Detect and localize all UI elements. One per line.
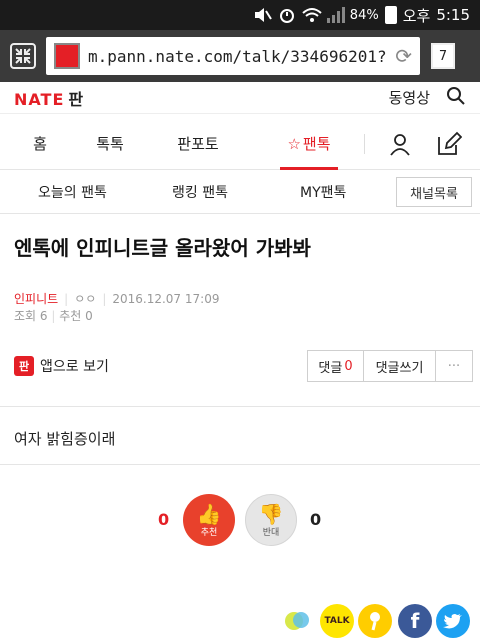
tabs-icon: 7 [431,43,455,69]
recommend-count: 0 [158,510,170,529]
oppose-label: 반대 [262,527,280,538]
subnav-today[interactable]: 오늘의 팬톡 [38,182,107,202]
section-divider [0,464,480,465]
write-comment-button[interactable]: 댓글쓰기 [364,351,436,381]
post-title: 엔톡에 인피니트글 올라왔어 가봐봐 [14,236,311,260]
alarm-icon [278,7,296,23]
fullscreen-icon [10,43,36,69]
open-in-app-label: 앱으로 보기 [40,359,109,375]
logo-text: NATE [14,89,65,109]
share-twitter-icon[interactable] [436,604,470,638]
share-facebook-icon[interactable]: f [398,604,432,638]
facebook-label: f [410,609,420,633]
thumbs-up-icon: 👍 [196,501,222,526]
star-icon: ☆ [287,134,301,153]
pann-app-icon: 판 [14,356,34,376]
comment-button-group: 댓글 0 댓글쓰기 ··· [307,350,473,382]
comments-count: 0 [344,358,353,374]
post-date: 2016.12.07 17:09 [112,291,220,306]
subnav-ranking[interactable]: 랭킹 팬톡 [172,182,228,202]
post-content: 여자 밝힘증이래 [14,430,116,448]
comments-label: 댓글 [318,360,343,376]
url-text[interactable]: m.pann.nate.com/talk/334696201? [88,47,391,66]
oppose-button[interactable]: 👎 반대 [245,494,297,546]
reload-icon[interactable]: ⟳ [395,44,412,68]
meta-separator: | [51,309,56,323]
nav-label: 홈 [33,135,47,153]
mute-icon [254,7,272,23]
user-icon[interactable] [388,132,412,160]
nav-divider [364,134,365,154]
address-bar[interactable]: m.pann.nate.com/talk/334696201? ⟳ [46,37,420,75]
nav-label: 톡톡 [96,135,124,153]
main-nav: 홈 톡톡 판포토 ☆ 팬톡 [0,118,480,170]
share-kakaotalk-icon[interactable]: TALK [320,604,354,638]
nav-item-fantalk[interactable]: ☆ 팬톡 [280,118,338,170]
post-views: 조회 6 [14,309,48,323]
search-icon[interactable] [446,86,466,110]
site-favicon [54,43,80,69]
tabs-button[interactable]: 7 [420,30,466,82]
oppose-count: 0 [310,510,322,529]
post-author-id: ㅇㅇ [74,292,97,306]
kakaotalk-label: TALK [324,616,350,626]
section-divider [0,406,480,407]
nav-item-panphoto[interactable]: 판포토 [170,118,226,170]
nate-logo[interactable]: NATE 판 [14,86,84,110]
post-meta: 인피니트 | ㅇㅇ | 2016.12.07 17:09 [14,290,219,307]
vote-area: 0 👍 추천 👎 반대 0 [0,494,480,550]
nav-label: 팬톡 [302,135,331,153]
nav-label: 판포토 [177,135,219,153]
channel-list-button[interactable]: 채널목록 [396,177,472,207]
nav-item-home[interactable]: 홈 [20,118,60,170]
recommend-button[interactable]: 👍 추천 [183,494,235,546]
more-button[interactable]: ··· [436,351,472,381]
browser-toolbar: m.pann.nate.com/talk/334696201? ⟳ 7 [0,30,480,82]
meta-separator: | [64,291,69,306]
battery-percent: 84% [349,7,379,23]
post-recommends: 추천 0 [59,309,93,323]
signal-icon [326,7,345,23]
site-header: NATE 판 동영상 [0,82,480,114]
logo-sub: 판 [68,89,85,109]
comments-button[interactable]: 댓글 0 [308,351,364,381]
video-link[interactable]: 동영상 [389,87,430,108]
status-bar: 84% 오후 5:15 [0,0,480,30]
subnav-my[interactable]: MY팬톡 [300,182,346,202]
battery-icon [384,6,397,24]
share-talk-icon[interactable] [280,604,314,638]
post-author[interactable]: 인피니트 [14,290,58,307]
meta-separator: | [102,291,107,306]
recommend-label: 추천 [200,527,218,538]
post-stats: 조회 6 | 추천 0 [14,307,93,324]
wifi-icon [302,7,322,23]
nav-item-toktok[interactable]: 톡톡 [88,118,132,170]
tab-count: 7 [438,48,448,64]
write-icon[interactable] [436,131,463,161]
fullscreen-button[interactable] [0,30,46,82]
share-kakaostory-icon[interactable] [358,604,392,638]
open-in-app-button[interactable]: 판 앱으로 보기 [14,356,109,376]
thumbs-down-icon: 👎 [258,501,284,526]
clock-time: 5:15 [436,6,470,24]
time-ampm: 오후 [402,6,431,25]
